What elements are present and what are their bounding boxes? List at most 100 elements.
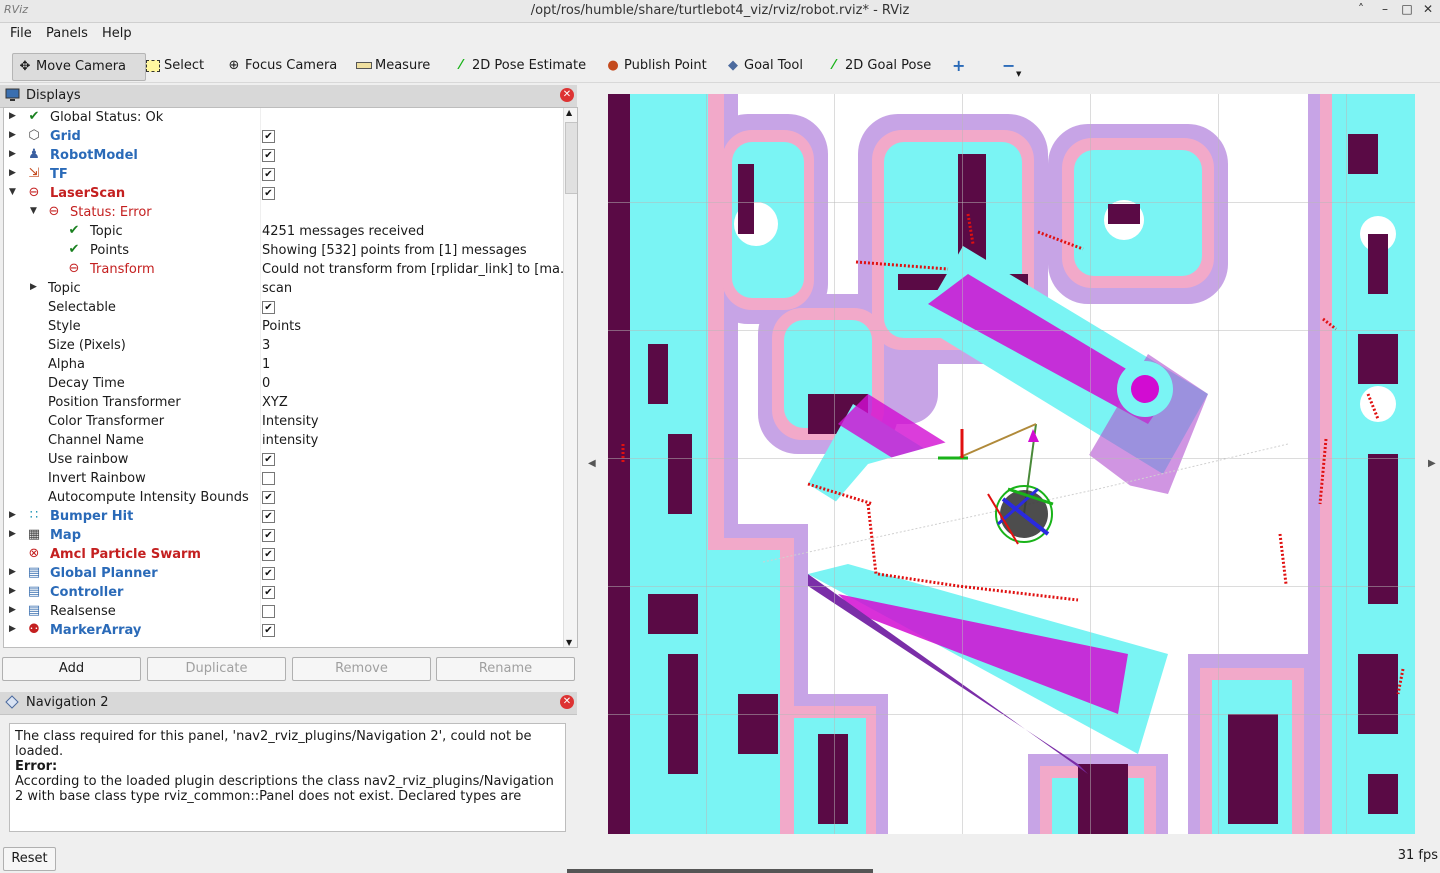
tree-row[interactable]: ⊗ Amcl Particle Swarm ✔: [4, 545, 564, 564]
displays-tree[interactable]: ▶ ⚉ MarkerArray ✔ ▶ ▤ Realsense ▶ ▤ Controller ✔ ▶ ▤…: [3, 107, 578, 648]
tree-row[interactable]: ▶ ⇲ TF ✔: [4, 165, 564, 184]
collapsed-arrow-icon[interactable]: ▶: [9, 149, 16, 159]
select-tool[interactable]: Select: [141, 53, 208, 79]
tree-row[interactable]: ✔ Topic 4251 messages received: [4, 222, 564, 241]
toolbar-dropdown-icon[interactable]: ▼: [1016, 70, 1021, 78]
tree-row-value[interactable]: Showing [532] points from [1] messages: [262, 243, 564, 258]
collapsed-arrow-icon[interactable]: ▶: [9, 605, 16, 615]
collapsed-arrow-icon[interactable]: ▶: [9, 624, 16, 634]
tree-row[interactable]: ▶ ⚉ MarkerArray ✔: [4, 621, 564, 640]
tree-row-value[interactable]: Points: [262, 319, 564, 334]
tree-row[interactable]: ▶ ▤ Controller ✔: [4, 583, 564, 602]
maximize-button[interactable]: □: [1398, 2, 1416, 20]
tree-row[interactable]: ⊖ Transform Could not transform from [rpli…: [4, 260, 564, 279]
tree-row[interactable]: Invert Rainbow: [4, 469, 564, 488]
tree-row-value[interactable]: XYZ: [262, 395, 564, 410]
tree-row-value[interactable]: intensity: [262, 433, 564, 448]
tree-row[interactable]: ▶ ✔ Global Status: Ok: [4, 108, 564, 127]
measure-tool[interactable]: Measure: [352, 53, 434, 79]
rename-button[interactable]: Rename: [436, 657, 575, 681]
add-tool-button[interactable]: +: [948, 53, 969, 79]
menu-file[interactable]: File: [10, 26, 32, 41]
collapsed-arrow-icon[interactable]: ▶: [9, 510, 16, 520]
displays-scrollbar[interactable]: ▲ ▼: [563, 108, 577, 647]
enable-checkbox[interactable]: ✔: [262, 149, 275, 162]
tree-row[interactable]: ▶ ▤ Realsense: [4, 602, 564, 621]
move-camera-tool[interactable]: ✥ Move Camera: [12, 53, 146, 81]
scroll-up-arrow[interactable]: ▲: [566, 108, 572, 117]
tree-row[interactable]: Style Points: [4, 317, 564, 336]
collapsed-arrow-icon[interactable]: ▶: [9, 130, 16, 140]
focus-camera-tool[interactable]: ⊕ Focus Camera: [222, 53, 341, 79]
reset-button[interactable]: Reset: [3, 847, 56, 871]
enable-checkbox[interactable]: ✔: [262, 491, 275, 504]
enable-checkbox[interactable]: ✔: [262, 586, 275, 599]
collapsed-arrow-icon[interactable]: ▶: [9, 567, 16, 577]
tree-row[interactable]: Position Transformer XYZ: [4, 393, 564, 412]
enable-checkbox[interactable]: ✔: [262, 453, 275, 466]
tree-row[interactable]: ✔ Points Showing [532] points from [1] mes…: [4, 241, 564, 260]
tree-row[interactable]: ▼ ⊖ Status: Error: [4, 203, 564, 222]
tree-row-value[interactable]: scan: [262, 281, 564, 296]
collapsed-arrow-icon[interactable]: ▶: [9, 168, 16, 178]
remove-button[interactable]: Remove: [292, 657, 431, 681]
collapse-right-arrow-icon[interactable]: ▶: [1428, 458, 1436, 469]
enable-checkbox[interactable]: ✔: [262, 130, 275, 143]
3d-render-viewport[interactable]: [608, 94, 1415, 834]
tree-row-value[interactable]: Could not transform from [rplidar_link] …: [262, 262, 564, 277]
window-shade-button[interactable]: ˄: [1352, 2, 1370, 20]
tree-row-value[interactable]: 1: [262, 357, 564, 372]
tree-row[interactable]: ▶ ▤ Global Planner ✔: [4, 564, 564, 583]
scroll-down-arrow[interactable]: ▼: [566, 638, 572, 647]
tree-row[interactable]: Alpha 1: [4, 355, 564, 374]
enable-checkbox[interactable]: ✔: [262, 510, 275, 523]
collapse-left-arrow-icon[interactable]: ◀: [588, 458, 596, 469]
enable-checkbox[interactable]: ✔: [262, 168, 275, 181]
goal-pose-tool[interactable]: ⁄ 2D Goal Pose: [822, 53, 935, 79]
tree-row[interactable]: Use rainbow ✔: [4, 450, 564, 469]
enable-checkbox[interactable]: ✔: [262, 624, 275, 637]
close-window-button[interactable]: ✕: [1419, 2, 1437, 20]
publish-point-tool[interactable]: ● Publish Point: [601, 53, 711, 79]
enable-checkbox[interactable]: [262, 472, 275, 485]
duplicate-button[interactable]: Duplicate: [147, 657, 286, 681]
tree-row-value[interactable]: 3: [262, 338, 564, 353]
tree-row[interactable]: Channel Name intensity: [4, 431, 564, 450]
tree-row[interactable]: Size (Pixels) 3: [4, 336, 564, 355]
tree-row[interactable]: Decay Time 0: [4, 374, 564, 393]
tree-row[interactable]: ▶ ⬡ Grid ✔: [4, 127, 564, 146]
tree-row[interactable]: ▶ Topic scan: [4, 279, 564, 298]
enable-checkbox[interactable]: ✔: [262, 529, 275, 542]
scrollbar-thumb[interactable]: [565, 122, 577, 194]
enable-checkbox[interactable]: ✔: [262, 567, 275, 580]
add-button[interactable]: Add: [2, 657, 141, 681]
tree-row[interactable]: Autocompute Intensity Bounds ✔: [4, 488, 564, 507]
tree-row-value[interactable]: 0: [262, 376, 564, 391]
collapsed-arrow-icon[interactable]: ▶: [9, 586, 16, 596]
tree-row-value[interactable]: Intensity: [262, 414, 564, 429]
pose-estimate-tool[interactable]: ⁄ 2D Pose Estimate: [449, 53, 590, 79]
collapsed-arrow-icon[interactable]: ▶: [9, 111, 16, 121]
close-displays-button[interactable]: ✕: [560, 88, 574, 102]
minimize-button[interactable]: –: [1376, 2, 1394, 20]
enable-checkbox[interactable]: ✔: [262, 548, 275, 561]
menu-help[interactable]: Help: [102, 26, 132, 41]
tree-row[interactable]: ▶ ∷ Bumper Hit ✔: [4, 507, 564, 526]
tree-row[interactable]: ▶ ▦ Map ✔: [4, 526, 564, 545]
tree-row-value[interactable]: 4251 messages received: [262, 224, 564, 239]
enable-checkbox[interactable]: ✔: [262, 187, 275, 200]
tree-row[interactable]: ▶ ♟ RobotModel ✔: [4, 146, 564, 165]
enable-checkbox[interactable]: [262, 605, 275, 618]
tree-row[interactable]: Selectable ✔: [4, 298, 564, 317]
tree-row[interactable]: Color Transformer Intensity: [4, 412, 564, 431]
enable-checkbox[interactable]: ✔: [262, 301, 275, 314]
goal-tool[interactable]: ◆ Goal Tool: [721, 53, 807, 79]
tree-row[interactable]: ▼ ⊖ LaserScan ✔: [4, 184, 564, 203]
costmap-view[interactable]: [608, 94, 1415, 834]
close-navigation-button[interactable]: ✕: [560, 695, 574, 709]
collapsed-arrow-icon[interactable]: ▶: [9, 529, 16, 539]
collapsed-arrow-icon[interactable]: ▶: [30, 282, 37, 292]
expanded-arrow-icon[interactable]: ▼: [30, 206, 37, 216]
menu-panels[interactable]: Panels: [46, 26, 88, 41]
expanded-arrow-icon[interactable]: ▼: [9, 187, 16, 197]
